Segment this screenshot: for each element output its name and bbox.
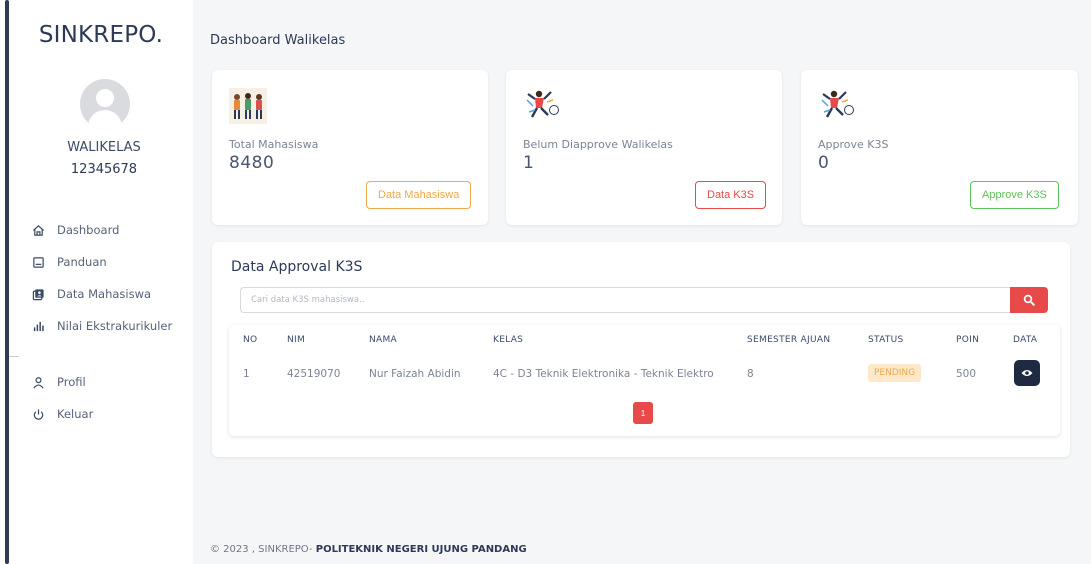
sidebar-item-nilai-ekstrakurikuler[interactable]: Nilai Ekstrakurikuler [9, 310, 193, 342]
footer-org[interactable]: POLITEKNIK NEGERI UJUNG PANDANG [316, 544, 527, 555]
power-icon [29, 408, 47, 421]
footer: © 2023 , SINKREPO- POLITEKNIK NEGERI UJU… [210, 544, 527, 555]
column-header-data: DATA [1013, 335, 1038, 345]
page-title: Dashboard Walikelas [210, 33, 346, 48]
sidebar-item-label: Panduan [57, 255, 107, 269]
column-header-semester: SEMESTER AJUAN [747, 335, 831, 345]
column-header-no: NO [243, 335, 258, 345]
sidebar-nav: Dashboard Panduan Data Mahasiswa Nilai E… [9, 214, 193, 342]
approve-k3s-button[interactable]: Approve K3S [970, 181, 1059, 209]
main-content: Dashboard Walikelas Total Mahasiswa 8480… [193, 0, 1091, 564]
sidebar-item-dashboard[interactable]: Dashboard [9, 214, 193, 246]
user-id: 12345678 [70, 162, 138, 177]
view-data-button[interactable] [1014, 360, 1040, 386]
stat-card-belum-diapprove: Belum Diapprove Walikelas 1 Data K3S [506, 70, 782, 225]
column-header-nim: NIM [287, 335, 306, 345]
cell-semester: 8 [747, 368, 754, 380]
sidebar-item-label: Profil [57, 375, 86, 389]
home-icon [29, 224, 47, 237]
section-title: Data Approval K3S [231, 259, 363, 275]
sidebar-item-keluar[interactable]: Keluar [9, 398, 193, 430]
sidebar: SINKREPO. WALIKELAS 12345678 Dashboard P… [9, 0, 193, 564]
user-role: WALIKELAS [67, 140, 141, 155]
cell-poin: 500 [956, 368, 977, 380]
stat-card-total-mahasiswa: Total Mahasiswa 8480 Data Mahasiswa [212, 70, 488, 225]
column-header-kelas: KELAS [493, 335, 524, 345]
approval-card: Data Approval K3S NO NIM NAMA KELAS SEME… [212, 242, 1070, 457]
book-icon [29, 256, 47, 269]
sport-illustration-icon [821, 90, 854, 118]
sport-illustration-icon [526, 90, 559, 118]
column-header-nama: NAMA [369, 335, 398, 345]
pagination-page-button[interactable]: 1 [633, 402, 653, 424]
data-k3s-button[interactable]: Data K3S [695, 181, 767, 209]
search-icon [1023, 294, 1035, 306]
sidebar-divider [9, 356, 19, 357]
search-button[interactable] [1010, 287, 1048, 313]
cell-nim: 42519070 [287, 368, 341, 380]
approval-table: NO NIM NAMA KELAS SEMESTER AJUAN STATUS … [229, 325, 1060, 436]
sidebar-nav-account: Profil Keluar [9, 366, 193, 430]
brand-logo[interactable]: SINKREPO. [9, 22, 193, 48]
eye-icon [1021, 370, 1033, 376]
stat-label: Approve K3S [818, 138, 889, 151]
search-input[interactable] [240, 287, 1010, 313]
cell-no: 1 [243, 368, 250, 380]
collection-icon [29, 288, 47, 301]
cell-kelas: 4C - D3 Teknik Elektronika - Teknik Elek… [493, 368, 714, 380]
stat-value: 8480 [229, 153, 275, 173]
stat-label: Total Mahasiswa [229, 138, 319, 151]
sidebar-item-label: Data Mahasiswa [57, 287, 152, 301]
students-illustration-icon [229, 88, 267, 124]
sidebar-item-label: Nilai Ekstrakurikuler [57, 319, 173, 333]
column-header-poin: POIN [956, 335, 980, 345]
cell-nama: Nur Faizah Abidin [369, 368, 461, 380]
avatar [80, 79, 130, 129]
status-badge: PENDING [868, 364, 922, 382]
sidebar-item-label: Dashboard [57, 223, 120, 237]
sidebar-item-label: Keluar [57, 407, 94, 421]
stat-value: 0 [818, 153, 830, 173]
user-icon [29, 376, 47, 389]
stat-label: Belum Diapprove Walikelas [523, 138, 673, 151]
stat-card-approve-k3s: Approve K3S 0 Approve K3S [801, 70, 1078, 225]
sidebar-item-data-mahasiswa[interactable]: Data Mahasiswa [9, 278, 193, 310]
footer-copyright: © 2023 , SINKREPO- [210, 544, 316, 555]
bar-chart-icon [29, 320, 47, 333]
stat-value: 1 [523, 153, 535, 173]
column-header-status: STATUS [868, 335, 904, 345]
search-bar [240, 287, 1048, 313]
sidebar-item-panduan[interactable]: Panduan [9, 246, 193, 278]
data-mahasiswa-button[interactable]: Data Mahasiswa [366, 181, 472, 209]
sidebar-item-profil[interactable]: Profil [9, 366, 193, 398]
